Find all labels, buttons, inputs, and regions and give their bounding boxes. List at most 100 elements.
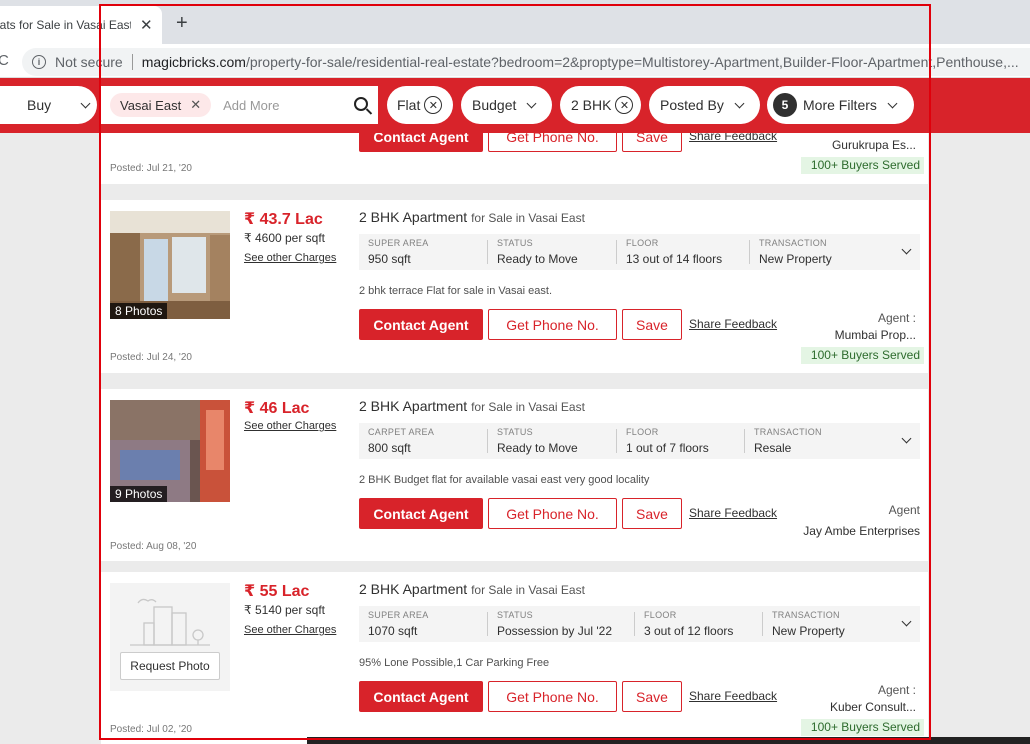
spec-label: FLOOR <box>626 238 659 248</box>
buy-dropdown[interactable]: Buy <box>0 86 97 124</box>
get-phone-button[interactable]: Get Phone No. <box>488 498 617 529</box>
spec-area: CARPET AREA 800 sqft <box>368 427 434 455</box>
listing-card[interactable]: 8 Photos ₹ 43.7 Lac ₹ 4600 per sqft See … <box>101 200 928 373</box>
address-bar: C i Not secure magicbricks.com/property-… <box>0 44 1030 78</box>
spec-label: TRANSACTION <box>772 610 840 620</box>
listing-title[interactable]: 2 BHK Apartment for Sale in Vasai East <box>359 209 585 225</box>
agent-name[interactable]: Mumbai Prop... <box>835 328 916 342</box>
spec-summary[interactable]: SUPER AREA 1070 sqft STATUS Possession by … <box>359 606 920 642</box>
buyers-served-badge: 100+ Buyers Served <box>800 347 924 364</box>
spec-value: New Property <box>772 624 845 638</box>
spec-label: TRANSACTION <box>759 238 827 248</box>
close-circle-icon[interactable]: ✕ <box>424 96 443 114</box>
spec-value: Ready to Move <box>497 441 578 455</box>
add-more-input[interactable]: Add More <box>223 98 279 113</box>
listing-card[interactable]: Request Photo ₹ 55 Lac ₹ 5140 per sqft S… <box>101 572 928 744</box>
posted-by-label: Posted By <box>660 97 724 113</box>
get-phone-button[interactable]: Get Phone No. <box>488 133 617 152</box>
get-phone-button[interactable]: Get Phone No. <box>488 309 617 340</box>
share-feedback-link[interactable]: Share Feedback <box>689 506 777 520</box>
more-filters-dropdown[interactable]: 5 More Filters <box>767 86 914 124</box>
bottom-strip <box>307 737 1030 744</box>
save-button[interactable]: Save <box>622 309 682 340</box>
listing-title-main: 2 BHK Apartment <box>359 581 468 597</box>
agent-name[interactable]: Jay Ambe Enterprises <box>803 524 920 538</box>
browser-tab-bar: lats for Sale in Vasai East, ✕ + <box>0 0 1030 44</box>
spec-divider <box>616 429 617 453</box>
bhk-label: 2 BHK <box>571 97 612 113</box>
see-other-charges-link[interactable]: See other Charges <box>244 624 336 636</box>
spec-area: SUPER AREA 950 sqft <box>368 238 429 266</box>
bhk-filter-chip[interactable]: 2 BHK ✕ <box>560 86 641 124</box>
price: ₹ 46 Lac <box>244 400 310 417</box>
agent-label: Agent : <box>877 683 916 697</box>
save-button[interactable]: Save <box>622 681 682 712</box>
get-phone-button[interactable]: Get Phone No. <box>488 681 617 712</box>
see-other-charges-link[interactable]: See other Charges <box>244 420 336 432</box>
location-search-box[interactable]: Vasai East ✕ Add More <box>100 86 378 124</box>
contact-agent-button[interactable]: Contact Agent <box>359 309 483 340</box>
chevron-down-icon[interactable] <box>901 616 912 627</box>
share-feedback-link[interactable]: Share Feedback <box>689 133 777 143</box>
photo-count[interactable]: 8 Photos <box>110 303 168 319</box>
spec-area: SUPER AREA 1070 sqft <box>368 610 429 638</box>
photo-count[interactable]: 9 Photos <box>110 486 168 502</box>
request-photo-button[interactable]: Request Photo <box>120 652 220 680</box>
chevron-down-icon[interactable] <box>901 433 912 444</box>
listing-title-sub: for Sale in Vasai East <box>471 211 585 225</box>
budget-dropdown[interactable]: Budget <box>461 86 552 124</box>
posted-by-dropdown[interactable]: Posted By <box>649 86 760 124</box>
tab-close-icon[interactable]: ✕ <box>140 16 153 34</box>
agent-name[interactable]: Kuber Consult... <box>830 700 916 714</box>
spec-summary[interactable]: SUPER AREA 950 sqft STATUS Ready to Move F… <box>359 234 920 270</box>
listing-card[interactable]: 9 Photos ₹ 46 Lac See other Charges 2 BH… <box>101 389 928 561</box>
spec-value: 1 out of 7 floors <box>626 441 709 455</box>
flat-filter-chip[interactable]: Flat ✕ <box>387 86 453 124</box>
flat-label: Flat <box>397 97 421 113</box>
property-photo[interactable]: 9 Photos <box>110 400 230 502</box>
share-feedback-link[interactable]: Share Feedback <box>689 317 777 331</box>
spec-value: Ready to Move <box>497 252 578 266</box>
agent-name[interactable]: Gurukrupa Es... <box>832 138 916 152</box>
property-photo[interactable]: 8 Photos <box>110 211 230 319</box>
reload-icon[interactable]: C <box>0 52 9 69</box>
spec-divider <box>634 612 635 636</box>
close-circle-icon[interactable]: ✕ <box>615 96 634 114</box>
url-host: magicbricks.com <box>141 54 246 70</box>
spec-value: Resale <box>754 441 792 455</box>
omnibox[interactable]: i Not secure magicbricks.com/property-fo… <box>22 48 1030 76</box>
save-button[interactable]: Save <box>622 498 682 529</box>
spec-value: 13 out of 14 floors <box>626 252 723 266</box>
info-icon[interactable]: i <box>32 55 46 69</box>
spec-label: STATUS <box>497 610 533 620</box>
spec-label: STATUS <box>497 238 533 248</box>
listing-card[interactable]: Contact Agent Get Phone No. Save Share F… <box>101 133 928 184</box>
contact-agent-button[interactable]: Contact Agent <box>359 133 483 152</box>
price: ₹ 55 Lac <box>244 583 310 600</box>
spec-summary[interactable]: CARPET AREA 800 sqft STATUS Ready to Move … <box>359 423 920 459</box>
spec-transaction: TRANSACTION Resale <box>754 427 822 455</box>
listing-title-main: 2 BHK Apartment <box>359 209 468 225</box>
new-tab-icon[interactable]: + <box>176 12 188 35</box>
see-other-charges-link[interactable]: See other Charges <box>244 252 336 264</box>
contact-agent-button[interactable]: Contact Agent <box>359 681 483 712</box>
share-feedback-link[interactable]: Share Feedback <box>689 689 777 703</box>
filter-count-badge: 5 <box>773 93 797 117</box>
listing-title[interactable]: 2 BHK Apartment for Sale in Vasai East <box>359 398 585 414</box>
location-chip[interactable]: Vasai East ✕ <box>110 93 212 117</box>
spec-transaction: TRANSACTION New Property <box>759 238 832 266</box>
spec-value: 1070 sqft <box>368 624 418 638</box>
save-button[interactable]: Save <box>622 133 682 152</box>
search-icon[interactable] <box>354 97 368 111</box>
listing-description: 2 bhk terrace Flat for sale in Vasai eas… <box>359 285 552 297</box>
omnibox-divider <box>131 54 133 70</box>
chevron-down-icon[interactable] <box>901 244 912 255</box>
chevron-down-icon <box>887 98 898 108</box>
close-icon[interactable]: ✕ <box>190 97 201 113</box>
price: ₹ 43.7 Lac <box>244 211 323 228</box>
contact-agent-button[interactable]: Contact Agent <box>359 498 483 529</box>
browser-tab[interactable]: lats for Sale in Vasai East, ✕ <box>0 6 162 44</box>
spec-value: Possession by Jul '22 <box>497 624 613 638</box>
property-photo-placeholder: Request Photo <box>110 583 230 691</box>
listing-title[interactable]: 2 BHK Apartment for Sale in Vasai East <box>359 581 585 597</box>
